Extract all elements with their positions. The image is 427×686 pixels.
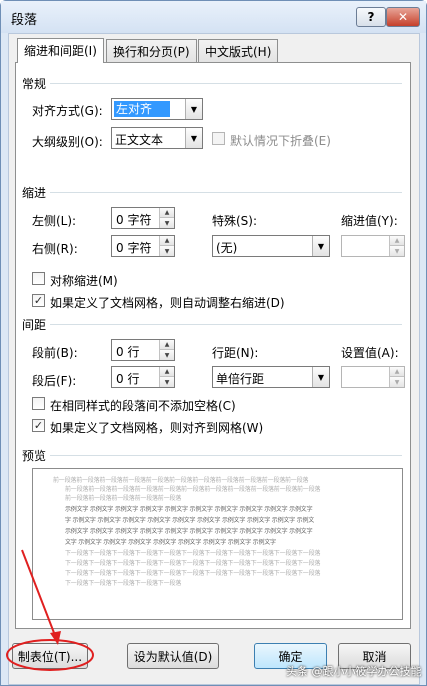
tab-panel: 常规 对齐方式(G): 左对齐 ▼ 大纲级别(O): 正文文本 ▼ 默认情况下折…	[15, 62, 411, 629]
indent-by-spinner[interactable]: ▲ ▼	[341, 235, 405, 257]
chevron-down-icon[interactable]: ▼	[185, 99, 202, 119]
indent-by-label: 缩进值(Y):	[341, 214, 398, 228]
line-spacing-value: 单倍行距	[216, 372, 265, 386]
spacing-at-spinner[interactable]: ▲ ▼	[341, 366, 405, 388]
indent-right-label: 右侧(R):	[32, 242, 78, 256]
snap-to-grid-label: 如果定义了文档网格，则对齐到网格(W)	[50, 421, 264, 435]
section-preview-title: 预览	[22, 449, 47, 463]
chevron-down-icon[interactable]: ▼	[312, 367, 329, 387]
alignment-label: 对齐方式(G):	[32, 104, 103, 118]
spacing-at-label: 设置值(A):	[341, 346, 399, 360]
special-indent-select[interactable]: (无) ▼	[212, 235, 330, 257]
spacing-before-label: 段前(B):	[32, 346, 78, 360]
preview-line: 前一段落前一段落前一段落前一段落前一段落	[65, 495, 182, 502]
preview-line: 下一段落下一段落下一段落下一段落下一段落下一段落下一段落下一段落下一段落下一段落…	[65, 550, 321, 557]
special-indent-value: (无)	[216, 241, 238, 255]
preview-line: 下一段落下一段落下一段落下一段落下一段落	[65, 580, 182, 587]
paragraph-preview: 前一段落前一段落前一段落前一段落前一段落前一段落前一段落前一段落前一段落前一段落…	[32, 468, 403, 620]
alignment-value: 左对齐	[114, 101, 171, 117]
spin-up-icon[interactable]: ▲	[159, 367, 174, 377]
checkmark-icon: ✓	[33, 419, 44, 432]
tab-asian-typography[interactable]: 中文版式(H)	[198, 39, 279, 62]
outline-level-label: 大纲级别(O):	[32, 135, 103, 149]
spacing-before-value: 0 行	[116, 345, 140, 359]
spin-down-icon[interactable]: ▼	[159, 218, 174, 228]
section-divider	[50, 455, 402, 456]
spacing-after-spinner[interactable]: 0 行 ▲ ▼	[111, 366, 175, 388]
spacing-after-label: 段后(F):	[32, 374, 77, 388]
indent-left-label: 左侧(L):	[32, 214, 77, 228]
section-divider	[50, 192, 402, 193]
tab-indents-and-spacing[interactable]: 缩进和间距(I)	[17, 38, 104, 63]
spin-up-icon[interactable]: ▲	[159, 236, 174, 246]
preview-line: 前一段落前一段落前一段落前一段落前一段落前一段落前一段落前一段落前一段落前一段落…	[53, 477, 309, 484]
no-space-same-style-checkbox[interactable]	[32, 397, 45, 410]
alignment-select[interactable]: 左对齐 ▼	[111, 98, 203, 120]
dialog-title: 段落	[11, 13, 38, 28]
preview-line: 下一段落下一段落下一段落下一段落下一段落下一段落下一段落下一段落下一段落下一段落…	[65, 560, 321, 567]
mirror-indents-label: 对称缩进(M)	[50, 274, 118, 288]
watermark: 头条 @跟小小筱学办公技能	[286, 665, 422, 678]
section-indentation-title: 缩进	[22, 186, 47, 200]
indent-right-spinner[interactable]: 0 字符 ▲ ▼	[111, 235, 175, 257]
spin-up-icon[interactable]: ▲	[159, 208, 174, 218]
chevron-down-icon[interactable]: ▼	[185, 128, 202, 148]
spin-up-icon[interactable]: ▲	[389, 367, 404, 377]
section-divider	[50, 83, 402, 84]
preview-line: 示例文字 示例文字 示例文字 示例文字 示例文字 示例文字 示例文字 示例文字 …	[65, 506, 313, 513]
collapse-label: 默认情况下折叠(E)	[230, 134, 331, 148]
section-divider	[50, 324, 402, 325]
spin-down-icon[interactable]: ▼	[159, 246, 174, 256]
line-spacing-select[interactable]: 单倍行距 ▼	[212, 366, 330, 388]
section-spacing-title: 间距	[22, 318, 47, 332]
auto-adjust-indent-label: 如果定义了文档网格，则自动调整右缩进(D)	[50, 296, 285, 310]
chevron-down-icon[interactable]: ▼	[312, 236, 329, 256]
auto-adjust-indent-checkbox[interactable]: ✓	[32, 294, 45, 307]
line-spacing-label: 行距(N):	[212, 346, 259, 360]
spin-down-icon[interactable]: ▼	[389, 377, 404, 387]
indent-right-value: 0 字符	[116, 241, 152, 255]
spacing-after-value: 0 行	[116, 372, 140, 386]
tab-line-and-page-breaks[interactable]: 换行和分页(P)	[106, 39, 197, 62]
help-icon: ?	[367, 10, 375, 24]
special-indent-label: 特殊(S):	[212, 214, 258, 228]
snap-to-grid-checkbox[interactable]: ✓	[32, 419, 45, 432]
help-button[interactable]: ?	[356, 7, 386, 27]
preview-line: 文字 示例文字 示例文字 示例文字 示例文字 示例文字 示例文字 示例文字 示例…	[65, 539, 276, 546]
preview-line: 字 示例文字 示例文字 示例文字 示例文字 示例文字 示例文字 示例文字 示例文…	[65, 517, 315, 524]
spacing-before-spinner[interactable]: 0 行 ▲ ▼	[111, 339, 175, 361]
preview-line: 示例文字 示例文字 示例文字 示例文字 示例文字 示例文字 示例文字 示例文字 …	[65, 528, 313, 535]
preview-line: 下一段落下一段落下一段落下一段落下一段落下一段落下一段落下一段落下一段落下一段落…	[65, 570, 321, 577]
spin-up-icon[interactable]: ▲	[389, 236, 404, 246]
set-default-button[interactable]: 设为默认值(D)	[127, 643, 219, 669]
spin-down-icon[interactable]: ▼	[159, 377, 174, 387]
spin-down-icon[interactable]: ▼	[389, 246, 404, 256]
tabs-button[interactable]: 制表位(T)...	[12, 643, 88, 669]
title-bar[interactable]: 段落 ? ✕	[1, 1, 426, 33]
close-button[interactable]: ✕	[386, 7, 420, 27]
outline-level-value: 正文文本	[115, 133, 164, 147]
checkmark-icon: ✓	[33, 294, 44, 307]
preview-line: 前一段落前一段落前一段落前一段落前一段落前一段落前一段落前一段落前一段落前一段落…	[65, 486, 321, 493]
no-space-same-style-label: 在相同样式的段落间不添加空格(C)	[50, 399, 236, 413]
outline-level-select[interactable]: 正文文本 ▼	[111, 127, 203, 149]
mirror-indents-checkbox[interactable]	[32, 272, 45, 285]
section-general-title: 常规	[22, 77, 47, 91]
close-icon: ✕	[397, 10, 409, 24]
spin-down-icon[interactable]: ▼	[159, 350, 174, 360]
indent-left-value: 0 字符	[116, 213, 152, 227]
collapse-checkbox[interactable]	[212, 132, 225, 145]
indent-left-spinner[interactable]: 0 字符 ▲ ▼	[111, 207, 175, 229]
spin-up-icon[interactable]: ▲	[159, 340, 174, 350]
